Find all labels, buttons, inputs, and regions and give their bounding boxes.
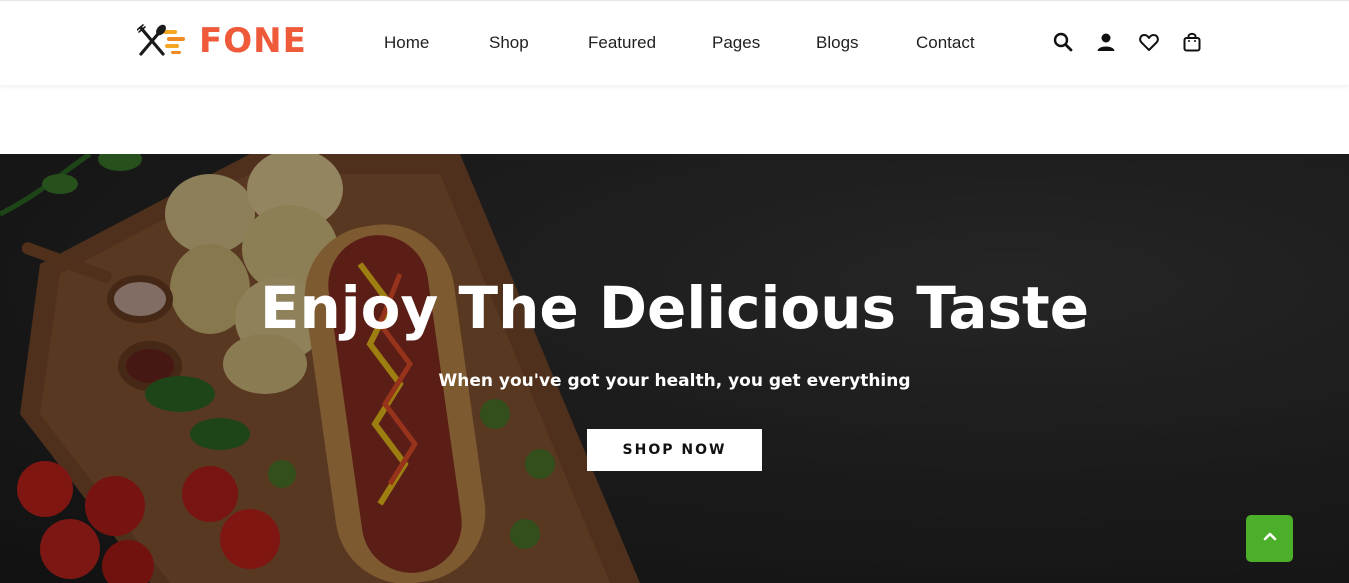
heart-icon[interactable] bbox=[1137, 30, 1161, 54]
nav-item-contact[interactable]: Contact bbox=[916, 31, 975, 55]
shopping-bag-icon[interactable] bbox=[1180, 30, 1204, 54]
nav-item-home[interactable]: Home bbox=[384, 31, 429, 55]
nav-item-featured[interactable]: Featured bbox=[588, 31, 656, 55]
site-header: FONE Home Shop Featured Pages Blogs Cont… bbox=[0, 0, 1349, 85]
hero-banner: Enjoy The Delicious Taste When you've go… bbox=[0, 154, 1349, 583]
hero-subtitle: When you've got your health, you get eve… bbox=[438, 371, 911, 391]
scroll-to-top-button[interactable] bbox=[1246, 515, 1293, 562]
shop-now-button[interactable]: SHOP NOW bbox=[587, 429, 762, 471]
nav-item-blogs[interactable]: Blogs bbox=[816, 31, 859, 55]
hero-title: Enjoy The Delicious Taste bbox=[259, 274, 1090, 342]
nav-item-pages[interactable]: Pages bbox=[712, 31, 760, 55]
search-icon[interactable] bbox=[1051, 30, 1075, 54]
user-icon[interactable] bbox=[1094, 30, 1118, 54]
nav-item-shop[interactable]: Shop bbox=[489, 31, 529, 55]
chevron-up-icon bbox=[1262, 528, 1278, 549]
